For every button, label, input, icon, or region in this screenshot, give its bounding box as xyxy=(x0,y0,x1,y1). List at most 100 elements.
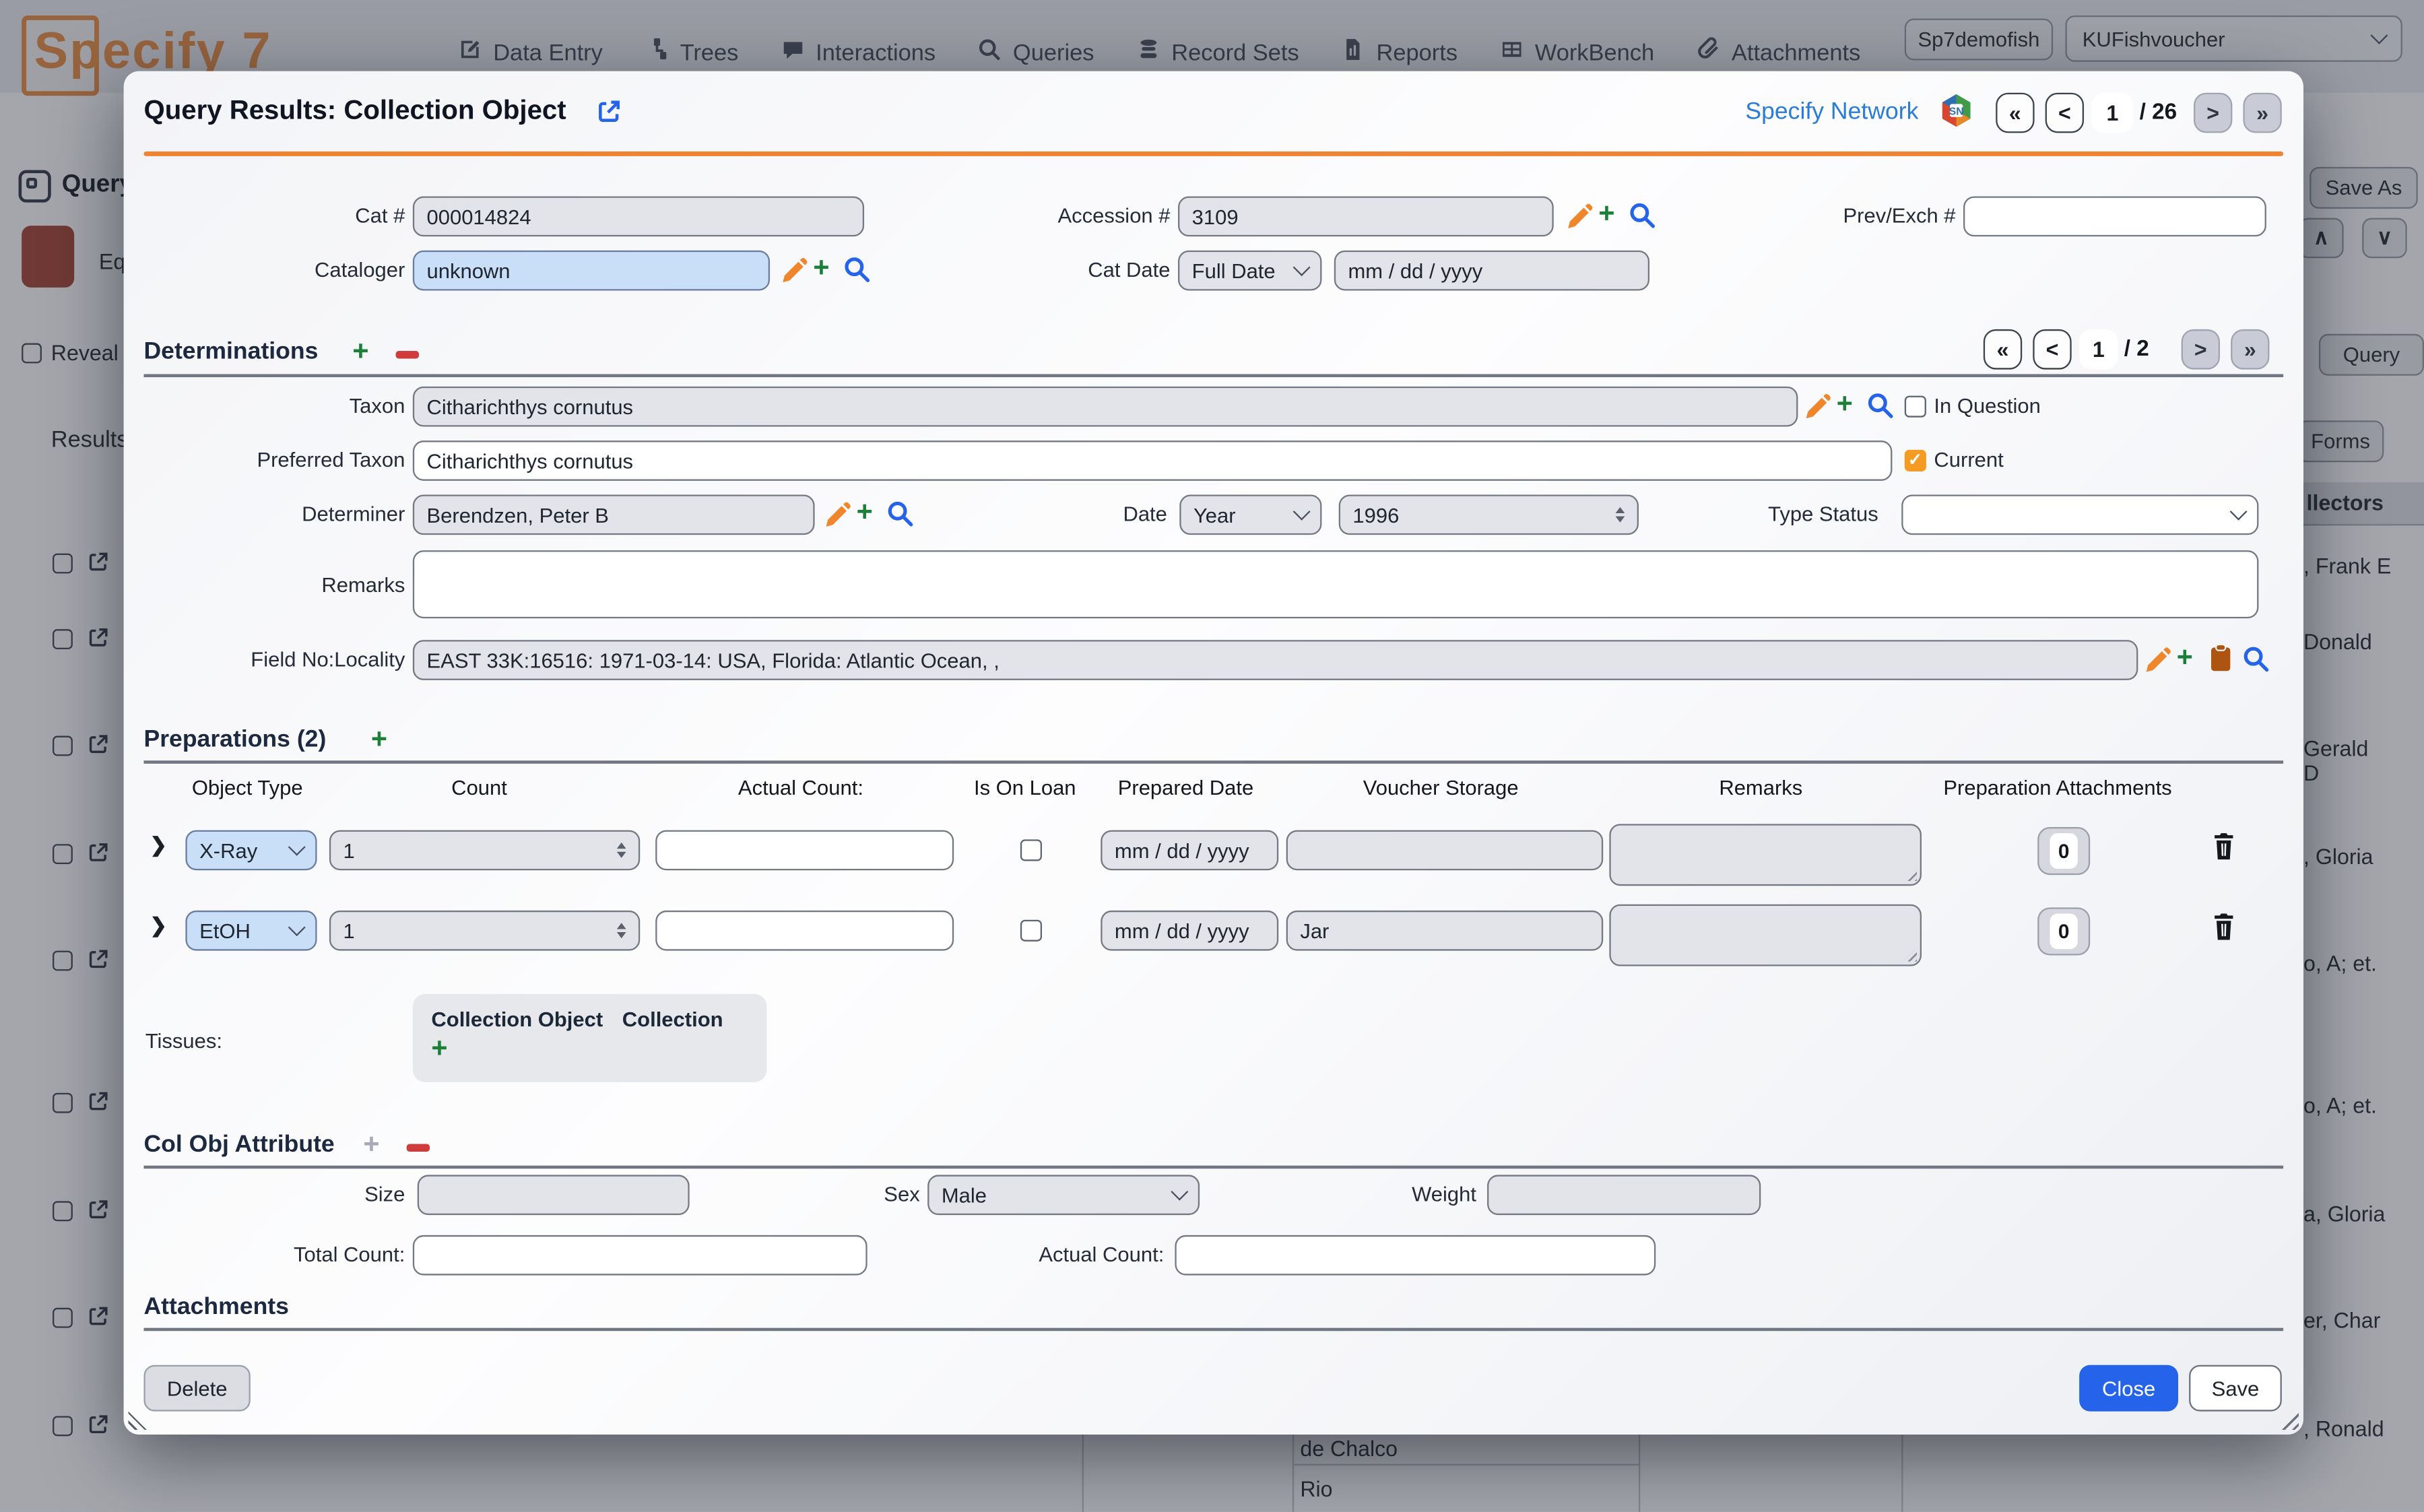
prepared-date-input[interactable]: mm / dd / yyyy xyxy=(1101,830,1278,871)
add-icon[interactable]: + xyxy=(2177,643,2193,671)
col-count: Count xyxy=(402,776,557,799)
col-prepared-date: Prepared Date xyxy=(1093,776,1278,799)
number-stepper-icon[interactable] xyxy=(617,842,626,858)
search-icon[interactable] xyxy=(843,255,872,285)
search-icon[interactable] xyxy=(886,499,915,529)
attachments-count-button[interactable]: 0 xyxy=(2037,827,2090,875)
dialog-title: Query Results: Collection Object xyxy=(143,94,566,127)
attachments-count-button[interactable]: 0 xyxy=(2037,907,2090,955)
close-button[interactable]: Close xyxy=(2079,1365,2178,1412)
det-pager-current-input[interactable]: 1 xyxy=(2079,329,2118,370)
prev-exch-input[interactable] xyxy=(1963,197,2266,237)
current-label: Current xyxy=(1934,449,2003,471)
edit-pencil-icon[interactable] xyxy=(779,257,809,286)
number-stepper-icon[interactable] xyxy=(617,923,626,939)
chevron-down-icon xyxy=(288,919,306,936)
remove-determination-icon[interactable] xyxy=(396,351,419,358)
edit-pencil-icon[interactable] xyxy=(1802,393,1832,422)
det-pager-next-button[interactable]: > xyxy=(2182,329,2220,370)
expand-row-icon[interactable]: ❯ xyxy=(150,914,167,939)
add-attribute-icon[interactable]: + xyxy=(363,1130,379,1158)
add-icon[interactable]: + xyxy=(1598,199,1614,227)
type-status-select[interactable] xyxy=(1901,494,2258,535)
preferred-taxon-input[interactable]: Citharichthys cornutus xyxy=(413,440,1893,481)
pager-prev-button[interactable]: < xyxy=(2045,93,2084,133)
total-count-input[interactable] xyxy=(413,1235,867,1276)
is-on-loan-checkbox[interactable] xyxy=(1020,920,1041,941)
weight-input[interactable] xyxy=(1487,1175,1761,1215)
prepared-date-input[interactable]: mm / dd / yyyy xyxy=(1101,911,1278,951)
voucher-storage-input[interactable] xyxy=(1286,830,1604,871)
prep-remarks-textarea[interactable] xyxy=(1609,905,1922,966)
det-date-precision-select[interactable]: Year xyxy=(1179,494,1321,535)
add-icon[interactable]: + xyxy=(813,253,829,281)
det-date-label: Date xyxy=(1051,502,1167,525)
pager-first-button[interactable]: « xyxy=(1996,93,2034,133)
delete-row-icon[interactable] xyxy=(2210,912,2237,942)
count-input[interactable]: 1 xyxy=(329,830,640,871)
sex-select[interactable]: Male xyxy=(927,1175,1200,1215)
save-button[interactable]: Save xyxy=(2189,1365,2282,1412)
actual-count-input[interactable] xyxy=(655,911,954,951)
cataloger-input[interactable]: unknown xyxy=(413,251,770,291)
add-tissue-icon[interactable]: + xyxy=(431,1032,447,1063)
accession-input[interactable]: 3109 xyxy=(1178,197,1554,237)
is-on-loan-checkbox[interactable] xyxy=(1020,839,1041,860)
attachments-heading: Attachments xyxy=(143,1294,289,1321)
prep-remarks-textarea[interactable] xyxy=(1609,824,1922,886)
det-remarks-label: Remarks xyxy=(143,574,405,597)
pager-last-button[interactable]: » xyxy=(2243,93,2281,133)
object-type-select[interactable]: EtOH xyxy=(185,911,317,951)
cat-date-input[interactable]: mm / dd / yyyy xyxy=(1334,251,1649,291)
current-checkbox[interactable]: ✓ xyxy=(1905,450,1926,471)
det-date-input[interactable]: 1996 xyxy=(1339,494,1639,535)
object-type-select[interactable]: X-Ray xyxy=(185,830,317,871)
specify-network-link[interactable]: Specify Network xyxy=(1745,99,1918,127)
resize-grip[interactable] xyxy=(2277,1408,2299,1430)
delete-button[interactable]: Delete xyxy=(143,1365,250,1412)
in-question-label: In Question xyxy=(1934,394,2040,417)
header-accent-rule xyxy=(143,152,2283,156)
open-in-new-tab-icon[interactable] xyxy=(595,98,623,125)
cat-number-input[interactable]: 000014824 xyxy=(413,197,864,237)
number-stepper-icon[interactable] xyxy=(1616,506,1625,523)
taxon-input[interactable]: Citharichthys cornutus xyxy=(413,387,1798,427)
edit-pencil-icon[interactable] xyxy=(1565,203,1594,232)
count-input[interactable]: 1 xyxy=(329,911,640,951)
cat-date-precision-select[interactable]: Full Date xyxy=(1178,251,1321,291)
delete-row-icon[interactable] xyxy=(2210,832,2237,861)
actual-count-label: Actual Count: xyxy=(963,1243,1164,1266)
cat-number-label: Cat # xyxy=(143,204,405,227)
field-no-locality-input[interactable]: EAST 33K:16516: 1971-03-14: USA, Florida… xyxy=(413,640,2138,680)
specify-network-icon[interactable]: SN xyxy=(1938,93,1974,129)
search-icon[interactable] xyxy=(1628,201,1658,230)
chevron-down-icon xyxy=(2230,503,2248,521)
pager-current-input[interactable]: 1 xyxy=(2092,93,2134,133)
voucher-storage-input[interactable]: Jar xyxy=(1286,911,1604,951)
clipboard-icon[interactable] xyxy=(2206,643,2235,673)
det-pager-last-button[interactable]: » xyxy=(2231,329,2269,370)
edit-pencil-icon[interactable] xyxy=(822,501,852,531)
add-icon[interactable]: + xyxy=(857,498,873,525)
det-remarks-textarea[interactable] xyxy=(413,550,2259,618)
det-pager-first-button[interactable]: « xyxy=(1984,329,2022,370)
cat-date-label: Cat Date xyxy=(927,258,1170,281)
resize-grip[interactable] xyxy=(129,1412,148,1431)
in-question-checkbox[interactable] xyxy=(1905,396,1926,417)
actual-count-input[interactable] xyxy=(655,830,954,871)
chevron-down-icon xyxy=(288,839,306,856)
actual-count-input[interactable] xyxy=(1175,1235,1656,1276)
expand-row-icon[interactable]: ❯ xyxy=(150,833,167,858)
det-pager-prev-button[interactable]: < xyxy=(2033,329,2071,370)
add-icon[interactable]: + xyxy=(1837,389,1853,417)
section-divider xyxy=(143,374,2283,376)
search-icon[interactable] xyxy=(1866,391,1895,421)
edit-pencil-icon[interactable] xyxy=(2142,646,2172,676)
pager-next-button[interactable]: > xyxy=(2194,93,2232,133)
determiner-input[interactable]: Berendzen, Peter B xyxy=(413,494,815,535)
add-determination-icon[interactable]: + xyxy=(352,337,368,364)
add-preparation-icon[interactable]: + xyxy=(371,725,387,752)
size-input[interactable] xyxy=(418,1175,690,1215)
search-icon[interactable] xyxy=(2241,645,2271,674)
remove-attribute-icon[interactable] xyxy=(407,1144,430,1151)
